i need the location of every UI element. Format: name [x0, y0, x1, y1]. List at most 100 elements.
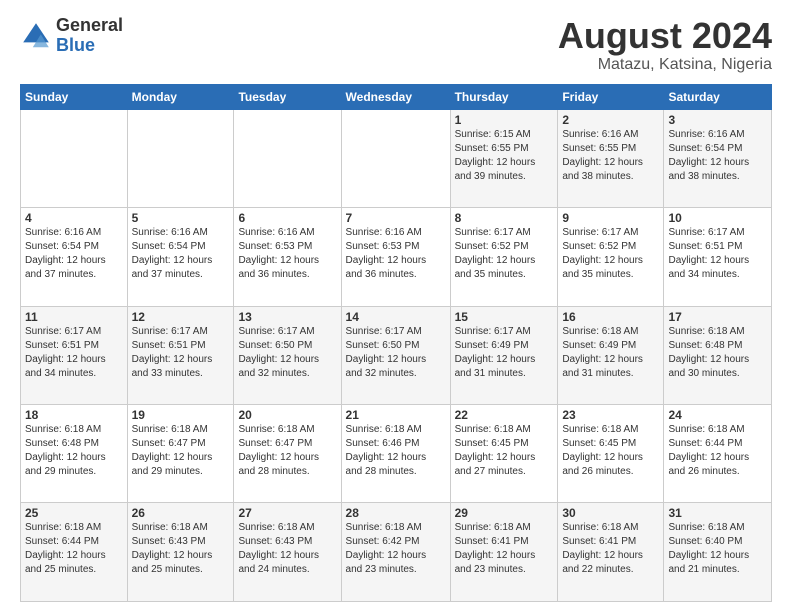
calendar-cell: 6Sunrise: 6:16 AM Sunset: 6:53 PM Daylig… — [234, 208, 341, 306]
calendar-cell: 8Sunrise: 6:17 AM Sunset: 6:52 PM Daylig… — [450, 208, 558, 306]
day-info: Sunrise: 6:18 AM Sunset: 6:45 PM Dayligh… — [455, 423, 554, 479]
calendar-cell: 22Sunrise: 6:18 AM Sunset: 6:45 PM Dayli… — [450, 405, 558, 503]
day-number: 22 — [455, 408, 554, 422]
calendar-cell: 21Sunrise: 6:18 AM Sunset: 6:46 PM Dayli… — [341, 405, 450, 503]
day-info: Sunrise: 6:18 AM Sunset: 6:47 PM Dayligh… — [238, 423, 336, 479]
day-info: Sunrise: 6:17 AM Sunset: 6:51 PM Dayligh… — [668, 226, 767, 282]
calendar-cell: 13Sunrise: 6:17 AM Sunset: 6:50 PM Dayli… — [234, 306, 341, 404]
day-info: Sunrise: 6:17 AM Sunset: 6:50 PM Dayligh… — [238, 325, 336, 381]
calendar-cell: 24Sunrise: 6:18 AM Sunset: 6:44 PM Dayli… — [664, 405, 772, 503]
day-info: Sunrise: 6:16 AM Sunset: 6:54 PM Dayligh… — [25, 226, 123, 282]
day-header-saturday: Saturday — [664, 84, 772, 109]
calendar-cell: 5Sunrise: 6:16 AM Sunset: 6:54 PM Daylig… — [127, 208, 234, 306]
logo: General Blue — [20, 16, 123, 56]
calendar-cell — [127, 109, 234, 207]
day-number: 19 — [132, 408, 230, 422]
day-info: Sunrise: 6:16 AM Sunset: 6:53 PM Dayligh… — [238, 226, 336, 282]
calendar-cell: 16Sunrise: 6:18 AM Sunset: 6:49 PM Dayli… — [558, 306, 664, 404]
calendar-week-1: 1Sunrise: 6:15 AM Sunset: 6:55 PM Daylig… — [21, 109, 772, 207]
calendar-cell: 1Sunrise: 6:15 AM Sunset: 6:55 PM Daylig… — [450, 109, 558, 207]
day-number: 13 — [238, 310, 336, 324]
day-number: 11 — [25, 310, 123, 324]
day-info: Sunrise: 6:18 AM Sunset: 6:41 PM Dayligh… — [455, 521, 554, 577]
calendar-cell: 10Sunrise: 6:17 AM Sunset: 6:51 PM Dayli… — [664, 208, 772, 306]
day-info: Sunrise: 6:17 AM Sunset: 6:49 PM Dayligh… — [455, 325, 554, 381]
day-number: 24 — [668, 408, 767, 422]
day-number: 8 — [455, 211, 554, 225]
calendar-week-4: 18Sunrise: 6:18 AM Sunset: 6:48 PM Dayli… — [21, 405, 772, 503]
title-block: August 2024 Matazu, Katsina, Nigeria — [558, 16, 772, 74]
day-number: 28 — [346, 506, 446, 520]
day-number: 23 — [562, 408, 659, 422]
day-number: 1 — [455, 113, 554, 127]
day-info: Sunrise: 6:17 AM Sunset: 6:51 PM Dayligh… — [25, 325, 123, 381]
header: General Blue August 2024 Matazu, Katsina… — [20, 16, 772, 74]
day-info: Sunrise: 6:17 AM Sunset: 6:52 PM Dayligh… — [455, 226, 554, 282]
day-number: 17 — [668, 310, 767, 324]
calendar-cell: 7Sunrise: 6:16 AM Sunset: 6:53 PM Daylig… — [341, 208, 450, 306]
day-info: Sunrise: 6:18 AM Sunset: 6:44 PM Dayligh… — [668, 423, 767, 479]
calendar-cell: 30Sunrise: 6:18 AM Sunset: 6:41 PM Dayli… — [558, 503, 664, 602]
page: General Blue August 2024 Matazu, Katsina… — [0, 0, 792, 612]
calendar-cell: 9Sunrise: 6:17 AM Sunset: 6:52 PM Daylig… — [558, 208, 664, 306]
day-number: 6 — [238, 211, 336, 225]
logo-general-text: General — [56, 16, 123, 36]
logo-blue-text: Blue — [56, 36, 123, 56]
day-info: Sunrise: 6:18 AM Sunset: 6:43 PM Dayligh… — [238, 521, 336, 577]
calendar-cell: 2Sunrise: 6:16 AM Sunset: 6:55 PM Daylig… — [558, 109, 664, 207]
calendar-cell: 14Sunrise: 6:17 AM Sunset: 6:50 PM Dayli… — [341, 306, 450, 404]
calendar-cell — [341, 109, 450, 207]
logo-icon — [20, 20, 52, 52]
day-number: 15 — [455, 310, 554, 324]
calendar-cell: 12Sunrise: 6:17 AM Sunset: 6:51 PM Dayli… — [127, 306, 234, 404]
day-info: Sunrise: 6:18 AM Sunset: 6:48 PM Dayligh… — [668, 325, 767, 381]
calendar-cell: 28Sunrise: 6:18 AM Sunset: 6:42 PM Dayli… — [341, 503, 450, 602]
day-info: Sunrise: 6:18 AM Sunset: 6:49 PM Dayligh… — [562, 325, 659, 381]
day-info: Sunrise: 6:18 AM Sunset: 6:47 PM Dayligh… — [132, 423, 230, 479]
calendar-cell: 20Sunrise: 6:18 AM Sunset: 6:47 PM Dayli… — [234, 405, 341, 503]
day-info: Sunrise: 6:15 AM Sunset: 6:55 PM Dayligh… — [455, 128, 554, 184]
calendar-cell: 15Sunrise: 6:17 AM Sunset: 6:49 PM Dayli… — [450, 306, 558, 404]
calendar-week-5: 25Sunrise: 6:18 AM Sunset: 6:44 PM Dayli… — [21, 503, 772, 602]
calendar-cell — [21, 109, 128, 207]
day-number: 25 — [25, 506, 123, 520]
day-number: 12 — [132, 310, 230, 324]
day-number: 27 — [238, 506, 336, 520]
day-header-wednesday: Wednesday — [341, 84, 450, 109]
month-title: August 2024 — [558, 16, 772, 56]
day-info: Sunrise: 6:16 AM Sunset: 6:53 PM Dayligh… — [346, 226, 446, 282]
day-info: Sunrise: 6:18 AM Sunset: 6:42 PM Dayligh… — [346, 521, 446, 577]
logo-text: General Blue — [56, 16, 123, 56]
calendar-cell: 19Sunrise: 6:18 AM Sunset: 6:47 PM Dayli… — [127, 405, 234, 503]
calendar-cell: 4Sunrise: 6:16 AM Sunset: 6:54 PM Daylig… — [21, 208, 128, 306]
day-info: Sunrise: 6:17 AM Sunset: 6:50 PM Dayligh… — [346, 325, 446, 381]
day-header-friday: Friday — [558, 84, 664, 109]
calendar-cell: 17Sunrise: 6:18 AM Sunset: 6:48 PM Dayli… — [664, 306, 772, 404]
calendar-week-3: 11Sunrise: 6:17 AM Sunset: 6:51 PM Dayli… — [21, 306, 772, 404]
day-number: 29 — [455, 506, 554, 520]
day-header-sunday: Sunday — [21, 84, 128, 109]
day-number: 3 — [668, 113, 767, 127]
day-number: 30 — [562, 506, 659, 520]
day-info: Sunrise: 6:18 AM Sunset: 6:45 PM Dayligh… — [562, 423, 659, 479]
day-info: Sunrise: 6:16 AM Sunset: 6:54 PM Dayligh… — [668, 128, 767, 184]
calendar-week-2: 4Sunrise: 6:16 AM Sunset: 6:54 PM Daylig… — [21, 208, 772, 306]
calendar-cell: 3Sunrise: 6:16 AM Sunset: 6:54 PM Daylig… — [664, 109, 772, 207]
calendar-header-row: SundayMondayTuesdayWednesdayThursdayFrid… — [21, 84, 772, 109]
day-info: Sunrise: 6:16 AM Sunset: 6:55 PM Dayligh… — [562, 128, 659, 184]
calendar-cell — [234, 109, 341, 207]
day-info: Sunrise: 6:18 AM Sunset: 6:40 PM Dayligh… — [668, 521, 767, 577]
day-number: 18 — [25, 408, 123, 422]
calendar-cell: 25Sunrise: 6:18 AM Sunset: 6:44 PM Dayli… — [21, 503, 128, 602]
day-number: 31 — [668, 506, 767, 520]
calendar-cell: 27Sunrise: 6:18 AM Sunset: 6:43 PM Dayli… — [234, 503, 341, 602]
day-header-monday: Monday — [127, 84, 234, 109]
day-number: 10 — [668, 211, 767, 225]
day-number: 16 — [562, 310, 659, 324]
calendar-cell: 11Sunrise: 6:17 AM Sunset: 6:51 PM Dayli… — [21, 306, 128, 404]
calendar-cell: 29Sunrise: 6:18 AM Sunset: 6:41 PM Dayli… — [450, 503, 558, 602]
calendar-cell: 31Sunrise: 6:18 AM Sunset: 6:40 PM Dayli… — [664, 503, 772, 602]
calendar-cell: 18Sunrise: 6:18 AM Sunset: 6:48 PM Dayli… — [21, 405, 128, 503]
day-info: Sunrise: 6:16 AM Sunset: 6:54 PM Dayligh… — [132, 226, 230, 282]
day-number: 20 — [238, 408, 336, 422]
